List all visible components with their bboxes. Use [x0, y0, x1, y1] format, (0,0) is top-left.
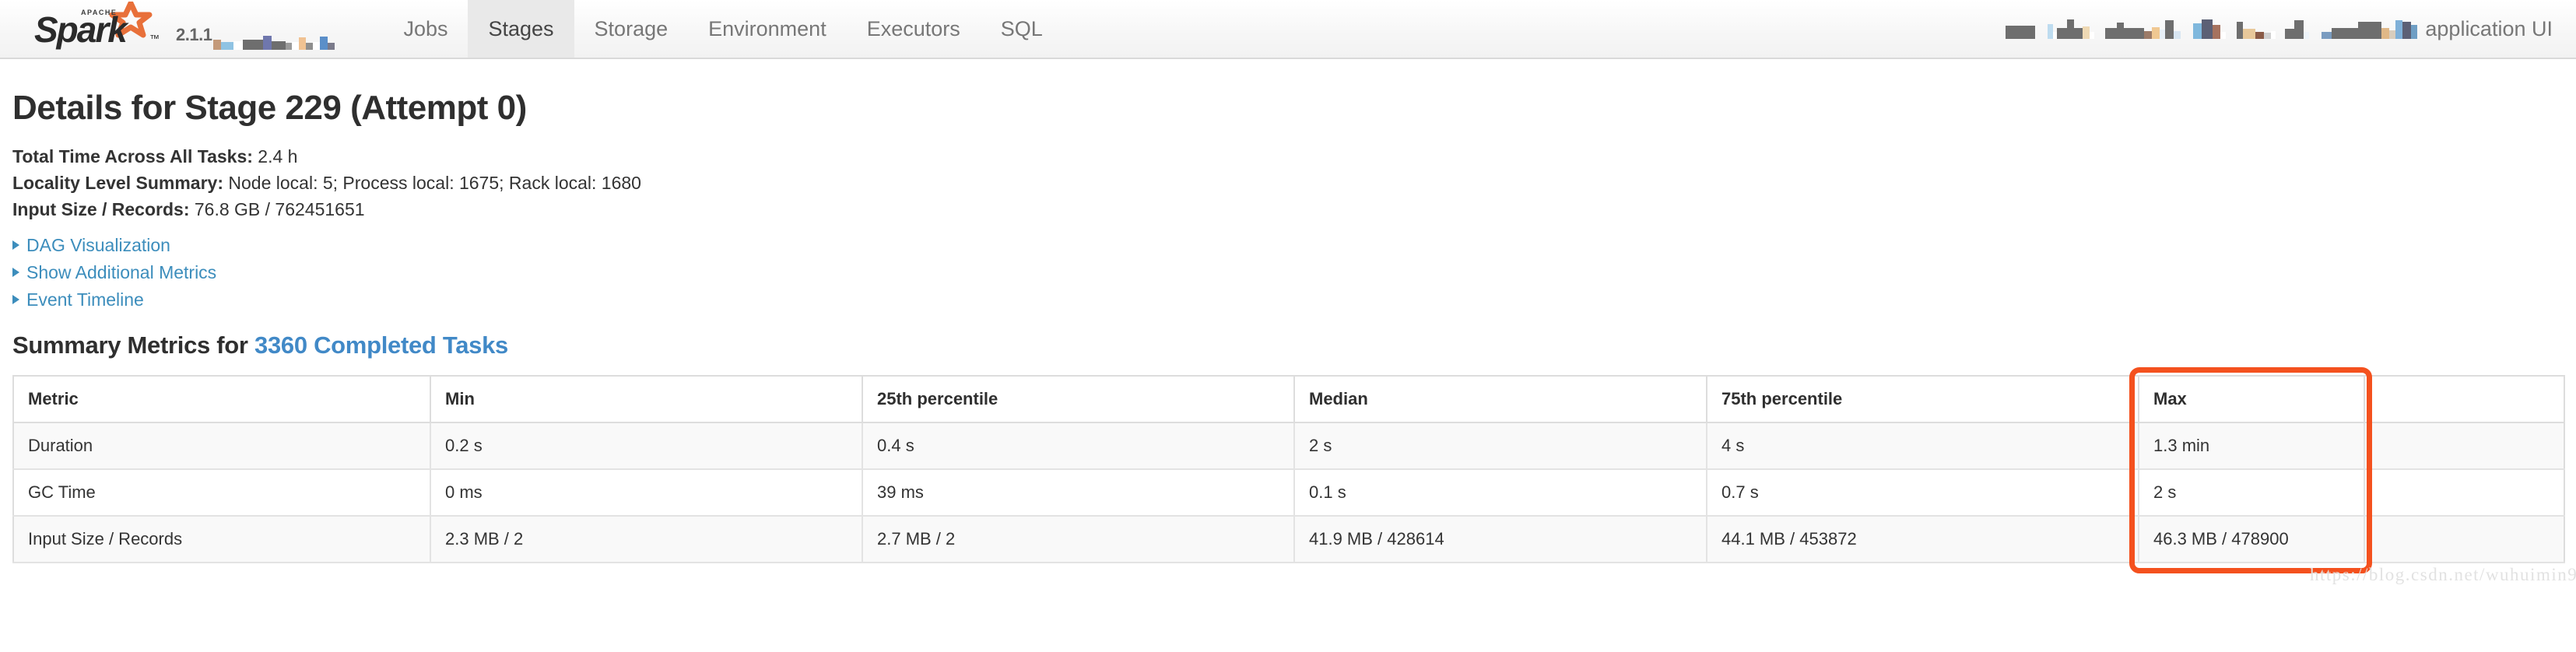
- chevron-right-icon: [12, 268, 19, 277]
- nav-link-sql[interactable]: SQL: [981, 0, 1063, 58]
- toggle-dag-visualization[interactable]: DAG Visualization: [12, 233, 2564, 257]
- summary-input-size: Input Size / Records: 76.8 GB / 76245165…: [12, 198, 2564, 221]
- cell-metric: Input Size / Records: [13, 516, 430, 563]
- cell-p75: 4 s: [1707, 422, 2139, 469]
- cell-spacer: [2364, 469, 2564, 516]
- table-body: Duration 0.2 s 0.4 s 2 s 4 s 1.3 min GC …: [13, 422, 2564, 563]
- nav-right-section: application UI: [2004, 0, 2576, 58]
- nav-link-stages[interactable]: Stages: [468, 0, 574, 58]
- toggle-show-additional-metrics-label[interactable]: Show Additional Metrics: [26, 261, 216, 284]
- chevron-right-icon: [12, 240, 19, 250]
- toggle-links: DAG Visualization Show Additional Metric…: [12, 233, 2564, 311]
- column-header-median[interactable]: Median: [1294, 376, 1707, 422]
- table-head: Metric Min 25th percentile Median 75th p…: [13, 376, 2564, 422]
- summary-metrics-heading-prefix: Summary Metrics for: [12, 331, 254, 359]
- navbar: APACHE Spark ™ 2.1.1 Jobs Stages Storage: [0, 0, 2576, 59]
- table-row: GC Time 0 ms 39 ms 0.1 s 0.7 s 2 s: [13, 469, 2564, 516]
- summary-total-time-label: Total Time Across All Tasks:: [12, 146, 253, 167]
- summary-metrics-table: Metric Min 25th percentile Median 75th p…: [12, 375, 2565, 563]
- summary-input-size-label: Input Size / Records:: [12, 199, 189, 219]
- nav-link-environment[interactable]: Environment: [688, 0, 847, 58]
- cell-max: 1.3 min: [2139, 422, 2364, 469]
- column-header-p25[interactable]: 25th percentile: [862, 376, 1294, 422]
- summary-total-time: Total Time Across All Tasks: 2.4 h: [12, 145, 2564, 168]
- cell-min: 0.2 s: [430, 422, 862, 469]
- main-content: Details for Stage 229 (Attempt 0) Total …: [0, 89, 2576, 563]
- cell-p25: 39 ms: [862, 469, 1294, 516]
- spark-logo-icon: APACHE Spark ™: [33, 2, 170, 50]
- column-header-p75[interactable]: 75th percentile: [1707, 376, 2139, 422]
- cell-median: 0.1 s: [1294, 469, 1707, 516]
- redacted-blocks-version: [213, 36, 335, 50]
- cell-min: 0 ms: [430, 469, 862, 516]
- summary-locality-value: Node local: 5; Process local: 1675; Rack…: [228, 173, 641, 193]
- completed-tasks-link[interactable]: 3360 Completed Tasks: [254, 331, 508, 359]
- nav-link-jobs[interactable]: Jobs: [383, 0, 468, 58]
- toggle-event-timeline[interactable]: Event Timeline: [12, 288, 2564, 311]
- table-row: Input Size / Records 2.3 MB / 2 2.7 MB /…: [13, 516, 2564, 563]
- cell-min: 2.3 MB / 2: [430, 516, 862, 563]
- toggle-event-timeline-label[interactable]: Event Timeline: [26, 288, 144, 311]
- table-header-row: Metric Min 25th percentile Median 75th p…: [13, 376, 2564, 422]
- toggle-show-additional-metrics[interactable]: Show Additional Metrics: [12, 261, 2564, 284]
- brand[interactable]: APACHE Spark ™ 2.1.1: [0, 0, 335, 58]
- cell-metric: Duration: [13, 422, 430, 469]
- cell-p25: 0.4 s: [862, 422, 1294, 469]
- summary-locality: Locality Level Summary: Node local: 5; P…: [12, 171, 2564, 195]
- cell-max: 2 s: [2139, 469, 2364, 516]
- nav-links: Jobs Stages Storage Environment Executor…: [383, 0, 1062, 58]
- cell-median: 41.9 MB / 428614: [1294, 516, 1707, 563]
- table-row: Duration 0.2 s 0.4 s 2 s 4 s 1.3 min: [13, 422, 2564, 469]
- cell-p75: 44.1 MB / 453872: [1707, 516, 2139, 563]
- cell-median: 2 s: [1294, 422, 1707, 469]
- redacted-blocks-appname: [2006, 19, 2417, 39]
- nav-link-storage[interactable]: Storage: [574, 0, 689, 58]
- cell-metric: GC Time: [13, 469, 430, 516]
- cell-p75: 0.7 s: [1707, 469, 2139, 516]
- cell-spacer: [2364, 516, 2564, 563]
- summary-input-size-value: 76.8 GB / 762451651: [195, 199, 365, 219]
- spark-version: 2.1.1: [176, 25, 212, 45]
- column-header-spacer: [2364, 376, 2564, 422]
- page-title: Details for Stage 229 (Attempt 0): [12, 89, 2564, 128]
- stage-summary-list: Total Time Across All Tasks: 2.4 h Local…: [12, 145, 2564, 221]
- cell-max: 46.3 MB / 478900: [2139, 516, 2364, 563]
- column-header-metric[interactable]: Metric: [13, 376, 430, 422]
- nav-link-executors[interactable]: Executors: [847, 0, 981, 58]
- column-header-min[interactable]: Min: [430, 376, 862, 422]
- cell-p25: 2.7 MB / 2: [862, 516, 1294, 563]
- cell-spacer: [2364, 422, 2564, 469]
- svg-text:™: ™: [149, 33, 160, 44]
- application-ui-label: application UI: [2425, 17, 2553, 41]
- watermark: https://blog.csdn.net/wuhuimin900: [2310, 565, 2576, 585]
- summary-metrics-table-wrap: Metric Min 25th percentile Median 75th p…: [12, 375, 2564, 563]
- toggle-dag-visualization-label[interactable]: DAG Visualization: [26, 233, 170, 257]
- svg-text:Spark: Spark: [34, 9, 129, 50]
- summary-metrics-heading: Summary Metrics for 3360 Completed Tasks: [12, 331, 2564, 359]
- column-header-max[interactable]: Max: [2139, 376, 2364, 422]
- chevron-right-icon: [12, 295, 19, 304]
- summary-total-time-value: 2.4 h: [258, 146, 297, 167]
- summary-locality-label: Locality Level Summary:: [12, 173, 223, 193]
